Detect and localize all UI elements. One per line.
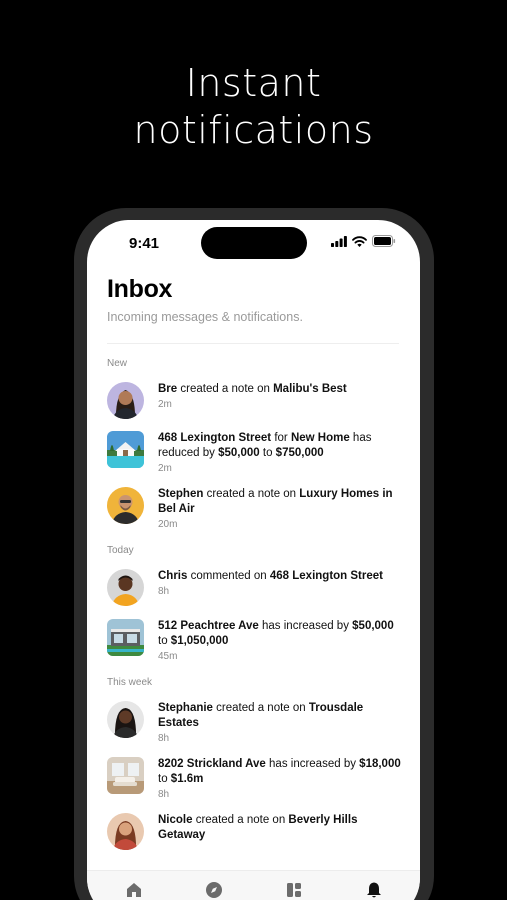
notification-time: 45m [158, 651, 178, 662]
tab-dashboard[interactable] [284, 880, 304, 900]
compass-icon [206, 882, 222, 898]
headline-line-2: notifications [133, 108, 374, 152]
notification-feed[interactable]: New Bre created a note on Malibu's Best … [87, 358, 420, 850]
header-divider [107, 343, 399, 344]
home-icon [127, 883, 141, 897]
avatar [107, 569, 144, 606]
notification-text: Stephanie created a note on Trousdale Es… [158, 702, 364, 729]
notification-time: 2m [158, 399, 172, 410]
section-label-new: New [107, 358, 128, 369]
headline-line-1: Instant [185, 61, 322, 105]
avatar [107, 701, 144, 738]
dashboard-icon [287, 883, 301, 897]
notification-text: 468 Lexington Street for New Home has re… [158, 432, 372, 459]
wifi-icon [352, 235, 367, 247]
notification-item[interactable]: Nicole created a note on Beverly Hills G… [87, 813, 420, 850]
notification-time: 8h [158, 733, 170, 744]
dynamic-island [201, 227, 307, 259]
avatar [107, 813, 144, 850]
notification-item[interactable]: 468 Lexington Street for New Home has re… [87, 431, 420, 474]
avatar [107, 382, 144, 419]
tab-bar [87, 870, 420, 900]
property-thumbnail [107, 431, 144, 468]
status-icons [331, 235, 396, 247]
notification-item[interactable]: 512 Peachtree Ave has increased by $50,0… [87, 619, 420, 662]
property-thumbnail [107, 619, 144, 656]
page-title: Inbox [107, 275, 173, 303]
notification-item[interactable]: 8202 Strickland Ave has increased by $18… [87, 757, 420, 800]
property-thumbnail [107, 757, 144, 794]
page-subtitle: Incoming messages & notifications. [107, 310, 303, 324]
status-bar: 9:41 [87, 220, 420, 268]
avatar [107, 487, 144, 524]
promo-headline: Instant notifications [0, 60, 507, 154]
notification-item[interactable]: Bre created a note on Malibu's Best 2m [87, 382, 420, 419]
notification-time: 8h [158, 586, 170, 597]
notification-item[interactable]: Chris commented on 468 Lexington Street … [87, 569, 420, 606]
bell-icon [367, 882, 381, 898]
notification-item[interactable]: Stephanie created a note on Trousdale Es… [87, 701, 420, 744]
tab-home[interactable] [124, 880, 144, 900]
notification-text: Bre created a note on Malibu's Best [158, 383, 347, 395]
battery-icon [372, 235, 396, 247]
notification-item[interactable]: Stephen created a note on Luxury Homes i… [87, 487, 420, 530]
notification-time: 8h [158, 789, 170, 800]
phone-screen: 9:41 Inbox Incoming messages & notificat… [87, 220, 420, 900]
tab-explore[interactable] [204, 880, 224, 900]
section-label-today: Today [107, 545, 134, 556]
notification-time: 20m [158, 519, 178, 530]
status-time: 9:41 [129, 235, 160, 252]
tab-notifications[interactable] [364, 880, 384, 900]
notification-text: 8202 Strickland Ave has increased by $18… [158, 758, 401, 785]
signal-icon [331, 235, 347, 247]
notification-text: Chris commented on 468 Lexington Street [158, 570, 383, 582]
section-label-this-week: This week [107, 677, 153, 688]
notification-text: Nicole created a note on Beverly Hills G… [158, 814, 358, 841]
notification-time: 2m [158, 463, 172, 474]
notification-text: 512 Peachtree Ave has increased by $50,0… [158, 620, 394, 647]
notification-text: Stephen created a note on Luxury Homes i… [158, 488, 393, 515]
